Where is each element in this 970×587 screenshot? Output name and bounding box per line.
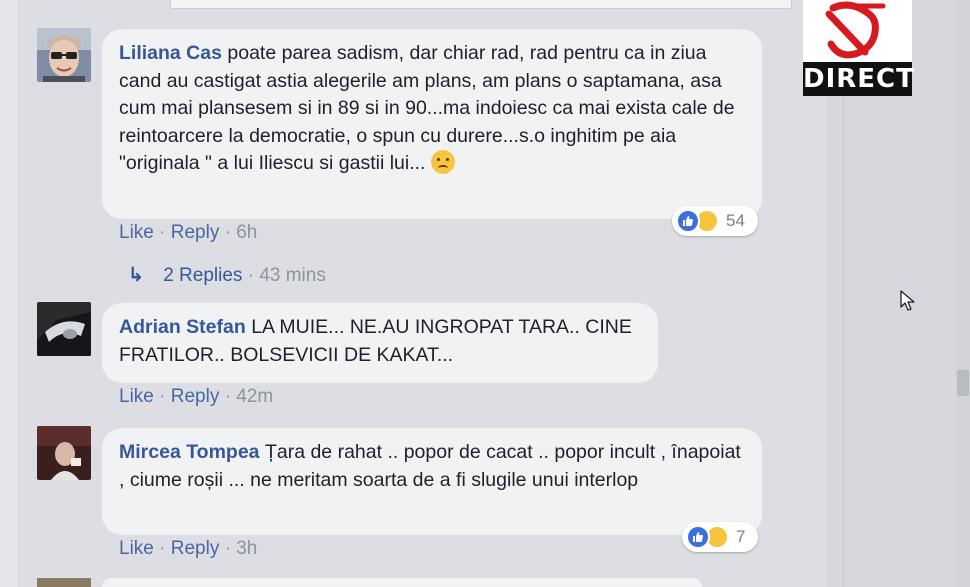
like-button[interactable]: Like [119,222,154,243]
comment-bubble: Liliana Cas poate parea sadism, dar chia… [102,29,762,219]
reaction-count: 54 [726,211,745,230]
reply-button[interactable]: Reply [171,222,220,243]
logo-mark [803,0,912,62]
reply-arrow-icon: ↳ [128,265,144,286]
reaction-summary[interactable]: 7 [682,522,758,552]
replies-count[interactable]: 2 Replies [163,265,242,286]
avatar[interactable] [37,426,91,480]
comment-author[interactable]: Adrian Stefan [119,316,246,338]
comment-actions: Like · Reply · 3h [119,538,258,559]
reaction-count: 7 [736,527,746,546]
mouse-cursor-icon [900,290,916,312]
like-reaction-icon [686,525,710,549]
avatar[interactable] [37,28,91,82]
view-replies-link[interactable]: ↳ 2 Replies · 43 mins [128,264,326,287]
reply-button[interactable]: Reply [171,386,220,407]
avatar[interactable] [37,302,91,356]
channel-logo-icon: DIRECT [803,0,915,96]
left-margin [0,0,18,587]
like-button[interactable]: Like [119,386,154,407]
like-button[interactable]: Like [119,538,154,559]
replies-timestamp: 43 mins [259,265,326,286]
crying-emoji-icon [430,150,455,174]
live-label: DIRECT [803,62,915,96]
comment-actions: Like · Reply · 6h [119,222,258,243]
top-comment-input[interactable] [170,0,792,9]
scrollbar[interactable] [956,0,970,587]
comment-timestamp[interactable]: 3h [236,538,257,559]
comment-bubble: Adrian Stefan LA MUIE... NE.AU INGROPAT … [102,303,658,383]
comment-bubble [102,578,702,587]
reply-button[interactable]: Reply [171,538,220,559]
avatar[interactable] [37,578,91,587]
comment-bubble: Mircea Tompea Țara de rahat .. popor de … [102,428,762,535]
comment-author[interactable]: Liliana Cas [119,42,222,64]
comment-timestamp[interactable]: 42m [236,386,273,407]
comment-timestamp[interactable]: 6h [236,222,257,243]
comment-actions: Like · Reply · 42m [119,386,274,407]
reaction-summary[interactable]: 54 [672,206,758,236]
like-reaction-icon [676,209,700,233]
comment-author[interactable]: Mircea Tompea [119,441,260,463]
scrollbar-thumb[interactable] [957,370,969,396]
